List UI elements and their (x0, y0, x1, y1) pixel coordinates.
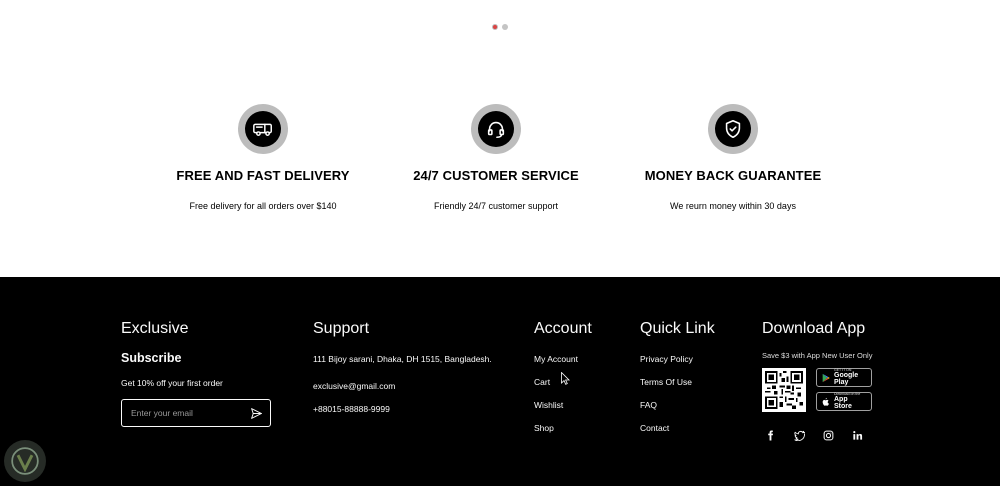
site-footer: Exclusive Subscribe Get 10% off your fir… (0, 277, 1000, 486)
support-heading: Support (313, 320, 370, 337)
watermark-logo (4, 440, 46, 482)
facebook-icon[interactable] (764, 429, 777, 442)
app-store-label: App Store (834, 396, 852, 411)
qr-code (762, 368, 806, 412)
carousel-dot[interactable] (502, 24, 508, 30)
delivery-van-icon (238, 104, 288, 154)
support-email-link[interactable]: exclusive@gmail.com (313, 381, 492, 391)
link-my-account[interactable]: My Account (534, 354, 592, 364)
footer-download-app: Download App Save $3 with App New User O… (762, 321, 872, 442)
footer-exclusive: Exclusive Subscribe Get 10% off your fir… (121, 321, 271, 427)
support-address: 111 Bijoy sarani, Dhaka, DH 1515, Bangla… (313, 354, 492, 364)
google-play-icon (822, 373, 830, 382)
service-money-back: MONEY BACK GUARANTEE We reurn money with… (603, 104, 863, 211)
footer-brand[interactable]: Exclusive (121, 321, 271, 337)
twitter-icon[interactable] (793, 429, 806, 442)
mouse-cursor-icon (561, 372, 570, 385)
service-title: MONEY BACK GUARANTEE (644, 168, 822, 183)
service-desc: Free delivery for all orders over $140 (189, 201, 337, 211)
link-shop[interactable]: Shop (534, 423, 592, 433)
service-delivery: FREE AND FAST DELIVERY Free delivery for… (133, 104, 393, 211)
service-title: FREE AND FAST DELIVERY (176, 168, 350, 183)
apple-icon (822, 397, 829, 406)
google-play-label: Google Play (834, 372, 859, 387)
email-subscribe-box (121, 399, 271, 427)
linkedin-icon[interactable] (851, 429, 864, 442)
headset-icon (471, 104, 521, 154)
subscribe-heading: Subscribe (121, 351, 182, 365)
service-customer: 24/7 CUSTOMER SERVICE Friendly 24/7 cust… (366, 104, 626, 211)
carousel-dot-active[interactable] (492, 24, 498, 30)
link-terms-of-use[interactable]: Terms Of Use (640, 377, 715, 387)
link-faq[interactable]: FAQ (640, 400, 715, 410)
subscribe-offer: Get 10% off your first order (121, 378, 223, 388)
download-app-heading: Download App (762, 320, 866, 337)
service-desc: We reurn money within 30 days (670, 201, 796, 211)
support-phone-link[interactable]: +88015-88888-9999 (313, 404, 492, 414)
social-links (762, 429, 872, 442)
app-promo-text: Save $3 with App New User Only (762, 351, 873, 360)
shield-check-icon (708, 104, 758, 154)
link-privacy-policy[interactable]: Privacy Policy (640, 354, 715, 364)
send-icon[interactable] (250, 407, 263, 420)
quick-link-heading: Quick Link (640, 320, 715, 337)
google-play-button[interactable]: GET IT ON Google Play (816, 368, 872, 387)
link-wishlist[interactable]: Wishlist (534, 400, 592, 410)
footer-support: Support 111 Bijoy sarani, Dhaka, DH 1515… (313, 320, 492, 415)
app-store-button[interactable]: Download on the App Store (816, 392, 872, 411)
email-input[interactable] (131, 408, 241, 418)
instagram-icon[interactable] (822, 429, 835, 442)
service-desc: Friendly 24/7 customer support (433, 201, 559, 211)
carousel-dots (492, 24, 508, 30)
footer-quick-link: Quick Link Privacy Policy Terms Of Use F… (640, 320, 715, 434)
service-title: 24/7 CUSTOMER SERVICE (413, 168, 579, 183)
link-contact[interactable]: Contact (640, 423, 715, 433)
account-heading: Account (534, 320, 592, 337)
